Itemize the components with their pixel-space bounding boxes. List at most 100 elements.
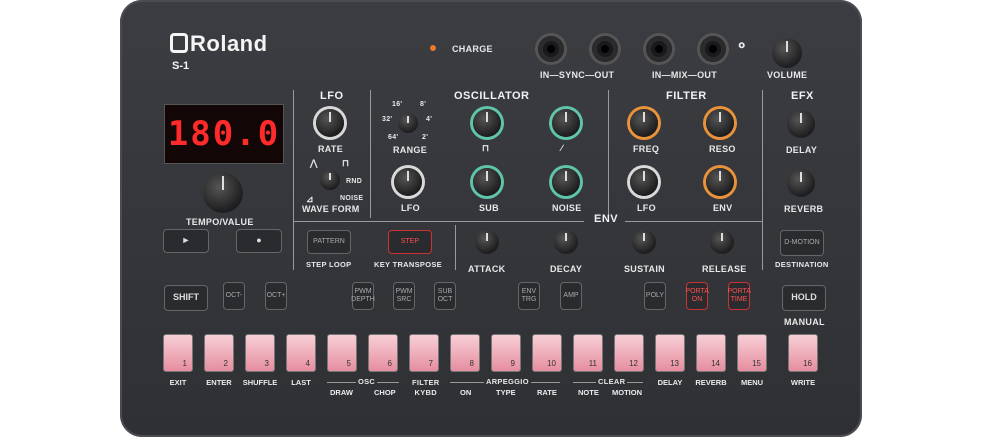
osc-group-label: OSC [356,377,378,386]
arpeggio-label: ARPEGGIO [484,377,531,386]
wave-triangle-icon: ⋀ [310,158,318,168]
arp-type-label: TYPE [496,388,516,397]
step-pad-7[interactable]: 7 [409,334,439,372]
noise-knob[interactable] [552,168,580,196]
lfo-rate-label: RATE [318,144,344,154]
arp-rate-label: RATE [537,388,557,397]
step-button[interactable]: STEP [388,230,432,254]
filter-lfo-knob[interactable] [630,168,658,196]
pattern-button[interactable]: PATTERN [307,230,351,254]
porta-on-button[interactable]: PORTA ON [685,282,709,310]
attack-label: ATTACK [468,264,506,274]
wave-square-icon: ⊓ [342,158,350,168]
decay-knob[interactable] [554,230,578,254]
release-knob[interactable] [710,230,734,254]
wave-form-label: WAVE FORM [302,204,360,214]
step-pad-14[interactable]: 14 [696,334,726,372]
step-pad-15[interactable]: 15 [737,334,767,372]
sustain-knob[interactable] [632,230,656,254]
oct-plus-button[interactable]: OCT+ [265,282,287,310]
d-motion-button[interactable]: D-MOTION [780,230,824,256]
oct-minus-button[interactable]: OCT- [223,282,245,310]
sub-knob[interactable] [473,168,501,196]
range-16: 16' [392,101,403,108]
porta-time-button[interactable]: PORTA TIME [727,282,751,310]
noise-label: NOISE [552,203,582,213]
sync-in-jack[interactable] [538,36,564,62]
poly-button[interactable]: POLY [644,282,666,310]
env-rule [294,221,584,222]
shift-button[interactable]: SHIFT [164,285,208,311]
freq-label: FREQ [633,144,660,154]
step-label-delay: DELAY [657,378,683,387]
filter-env-knob[interactable] [706,168,734,196]
noise-mini-label: NOISE [340,195,364,202]
chop-label: CHOP [374,388,396,397]
step-pad-6[interactable]: 6 [368,334,398,372]
sync-out-jack[interactable] [592,36,618,62]
pwm-src-button[interactable]: PWM SRC [393,282,415,310]
range-2: 2' [422,134,429,141]
panel-divider [293,90,294,270]
step-label-last: LAST [291,378,311,387]
step-pad-5[interactable]: 5 [327,334,357,372]
filter-env-label: ENV [713,203,733,213]
roland-r-icon [170,33,188,53]
play-button[interactable]: ► [163,229,209,253]
step-pad-10[interactable]: 10 [532,334,562,372]
lfo-rate-knob[interactable] [316,109,344,137]
filter-kybd-label: FILTER KYBD [412,378,440,398]
step-pad-16[interactable]: 16 [788,334,818,372]
tempo-value-knob[interactable] [203,173,243,213]
step-label-exit: EXIT [169,378,187,387]
roland-logo: Roland [170,31,268,57]
range-32: 32' [382,116,393,123]
mix-label: IN—MIX—OUT [652,70,717,80]
sub-label: SUB [479,203,499,213]
hold-button[interactable]: HOLD [782,285,826,311]
sub-oct-button[interactable]: SUB OCT [434,282,456,310]
mix-in-jack[interactable] [646,36,672,62]
delay-knob[interactable] [787,110,815,138]
arp-on-label: ON [460,388,472,397]
charge-led [430,45,436,51]
oscillator-header: OSCILLATOR [454,90,530,102]
kybd-word: KYBD [414,388,437,397]
step-pad-11[interactable]: 11 [573,334,603,372]
reso-label: RESO [709,144,736,154]
headphones-icon: ⚬ [735,38,749,55]
step-pad-1[interactable]: 1 [163,334,193,372]
step-pad-8[interactable]: 8 [450,334,480,372]
osc-lfo-knob[interactable] [394,168,422,196]
step-loop-label: STEP LOOP [306,260,352,269]
step-pad-12[interactable]: 12 [614,334,644,372]
freq-knob[interactable] [630,109,658,137]
note-label: NOTE [578,388,599,397]
pwm-depth-button[interactable]: PWM DEPTH [351,282,375,310]
efx-header: EFX [791,90,814,102]
step-label-menu: MENU [740,378,764,387]
reverb-label: REVERB [784,204,824,214]
volume-knob[interactable] [772,38,802,68]
step-pad-3[interactable]: 3 [245,334,275,372]
osc-square-knob[interactable] [473,109,501,137]
reso-knob[interactable] [706,109,734,137]
env-trg-button[interactable]: ENV TRG [518,282,540,310]
panel-divider [370,90,371,218]
step-pad-2[interactable]: 2 [204,334,234,372]
range-8: 8' [420,101,427,108]
panel-divider [608,90,609,218]
step-label-write: WRITE [790,378,816,387]
range-knob[interactable] [398,113,418,133]
step-pad-9[interactable]: 9 [491,334,521,372]
amp-button[interactable]: AMP [560,282,582,310]
wave-form-knob[interactable] [320,170,340,190]
step-pad-4[interactable]: 4 [286,334,316,372]
manual-label: MANUAL [784,317,825,327]
step-pad-13[interactable]: 13 [655,334,685,372]
osc-saw-knob[interactable] [552,109,580,137]
mix-out-jack[interactable] [700,36,726,62]
record-button[interactable]: ● [236,229,282,253]
attack-knob[interactable] [475,230,499,254]
reverb-knob[interactable] [787,169,815,197]
